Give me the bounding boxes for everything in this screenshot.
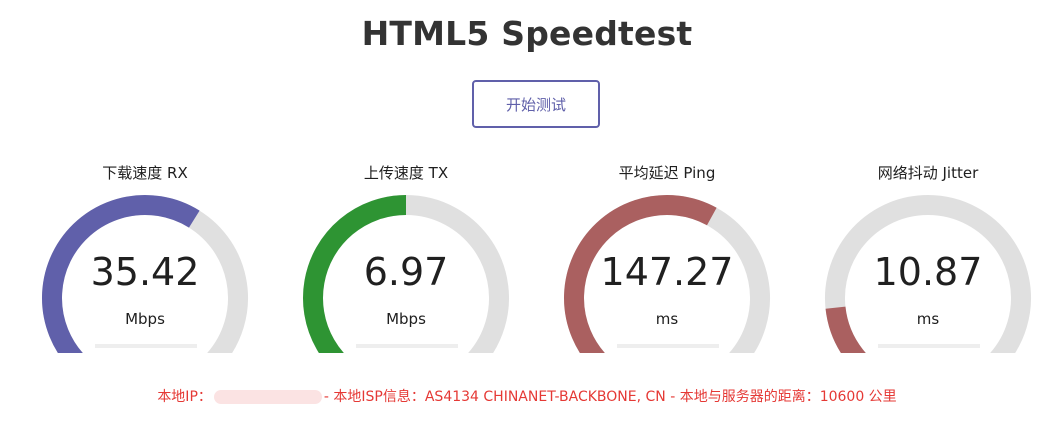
gauge-progress-bar [617,344,719,348]
ip-redacted [213,390,322,404]
page-title: HTML5 Speedtest [361,14,693,53]
gauge-unit: ms [655,310,679,328]
gauge-value: 6.97 [363,250,449,294]
gauge-progress-bar [878,344,980,348]
start-test-button[interactable]: 开始测试 [472,80,600,128]
gauge-ping: 平均延迟 Ping 147.27 ms [547,158,787,353]
gauge-progress-bar [95,344,197,348]
isp-info: - 本地ISP信息：AS4134 CHINANET-BACKBONE, CN -… [323,389,897,405]
gauge-upload: 上传速度 TX 6.97 Mbps [286,158,526,353]
local-ip-label: 本地IP： [157,389,212,405]
gauge-unit: Mbps [386,310,426,328]
gauge-value: 147.27 [600,250,734,294]
gauge-download: 下载速度 RX 35.42 Mbps [25,158,265,353]
gauge-unit: ms [916,310,940,328]
connection-info: 本地IP： - 本地ISP信息：AS4134 CHINANET-BACKBONE,… [0,386,1054,406]
gauge-progress-bar [356,344,458,348]
gauge-value: 10.87 [873,250,983,294]
gauge-unit: Mbps [125,310,165,328]
gauge-jitter: 网络抖动 Jitter 10.87 ms [808,158,1048,353]
gauge-value: 35.42 [90,250,200,294]
